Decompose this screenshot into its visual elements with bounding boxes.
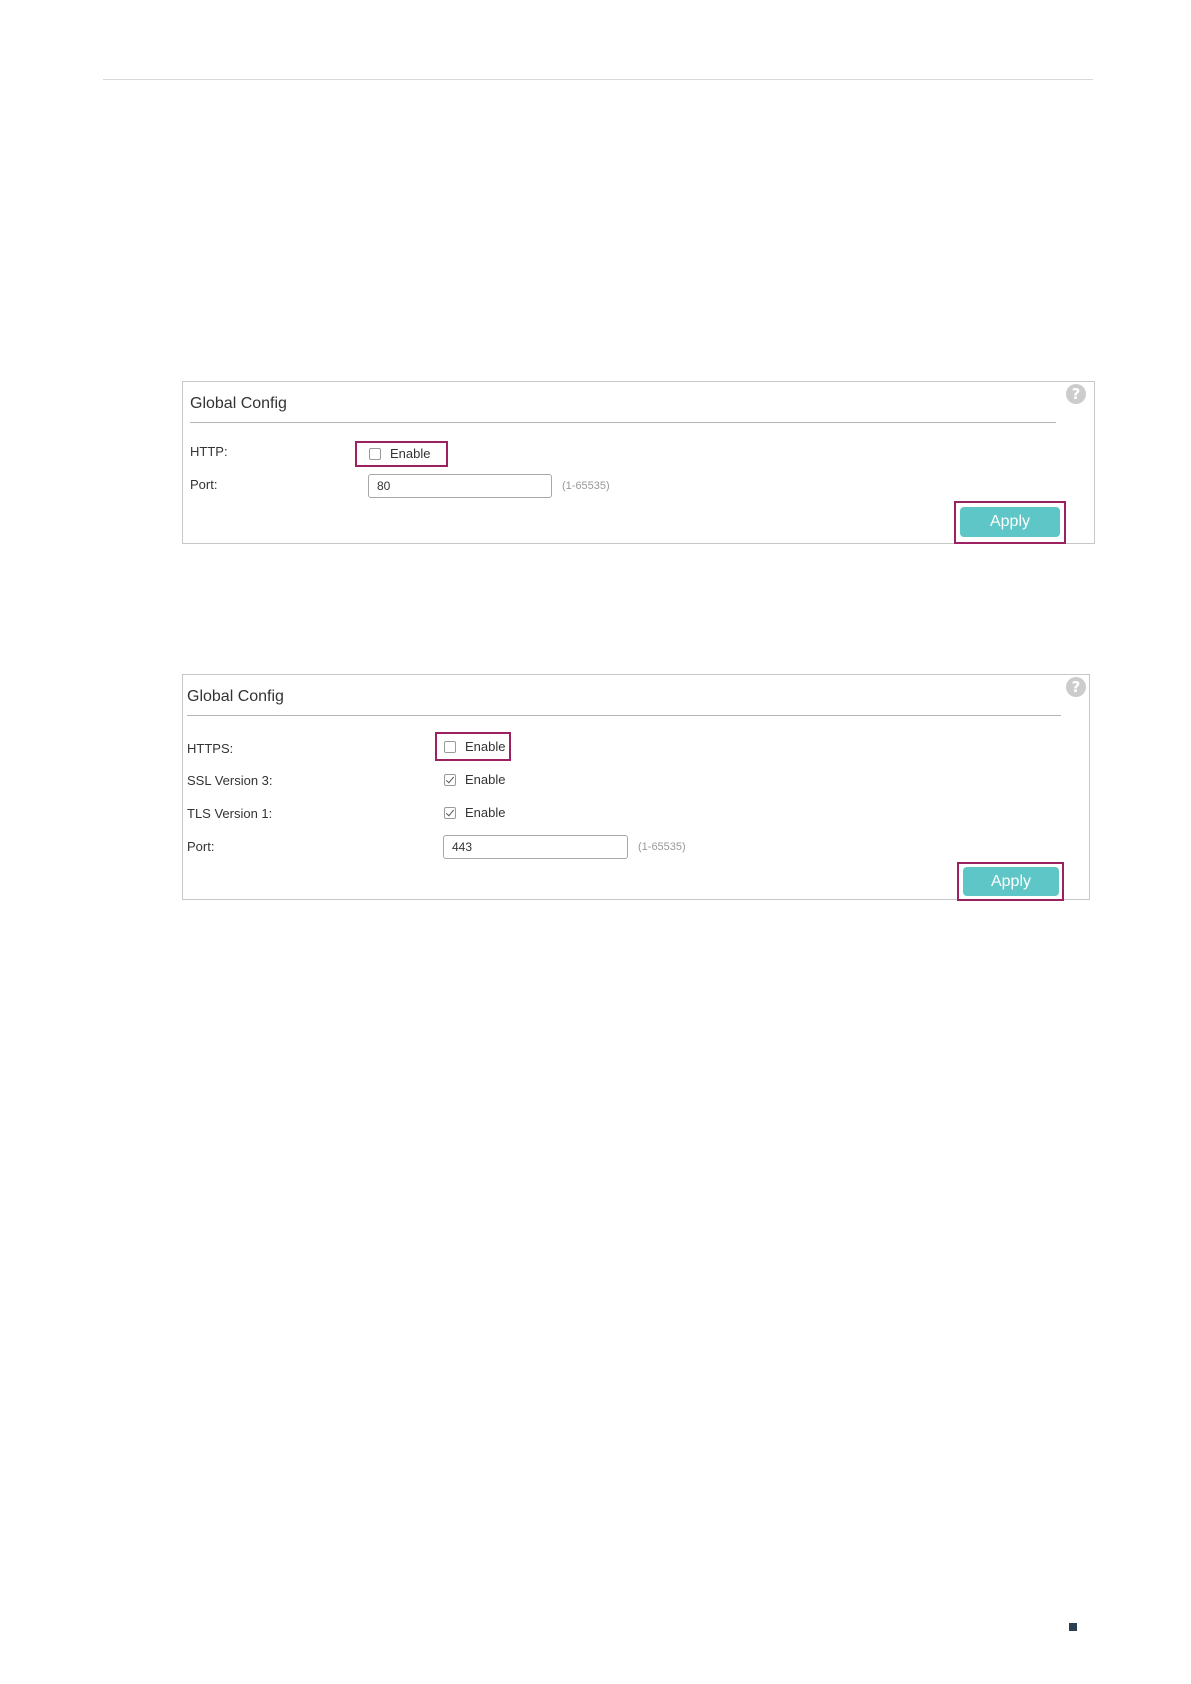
https-port-input[interactable] bbox=[443, 835, 628, 859]
https-enable-option[interactable]: Enable bbox=[444, 738, 505, 755]
tls-version-1-label: TLS Version 1: bbox=[187, 806, 273, 821]
https-global-config-panel: Global Config ? HTTPS: Enable SSL Versio… bbox=[182, 674, 1090, 901]
page-marker bbox=[1069, 1623, 1077, 1631]
ssl-version-3-label: SSL Version 3: bbox=[187, 773, 273, 788]
http-enable-label: Enable bbox=[390, 446, 431, 461]
port-range-hint: (1-65535) bbox=[638, 841, 686, 853]
port-label: Port: bbox=[190, 477, 218, 492]
tls-version-1-option[interactable]: Enable bbox=[444, 804, 505, 821]
help-icon[interactable]: ? bbox=[1066, 384, 1086, 404]
help-icon[interactable]: ? bbox=[1066, 677, 1086, 697]
tls-version-1-checkbox[interactable] bbox=[444, 806, 456, 819]
http-global-config-panel: Global Config ? HTTP: Enable Port: (1-65… bbox=[182, 381, 1095, 544]
panel-title: Global Config bbox=[190, 395, 287, 412]
ssl-version-3-option[interactable]: Enable bbox=[444, 771, 505, 788]
http-label: HTTP: bbox=[190, 444, 228, 459]
https-label: HTTPS: bbox=[187, 741, 234, 756]
http-enable-option[interactable]: Enable bbox=[369, 445, 430, 462]
ssl-version-3-enable-label: Enable bbox=[465, 772, 506, 787]
port-label: Port: bbox=[187, 839, 215, 854]
tls-version-1-enable-label: Enable bbox=[465, 805, 506, 820]
port-range-hint: (1-65535) bbox=[562, 480, 610, 492]
http-apply-button[interactable]: Apply bbox=[960, 507, 1060, 537]
panel-title-divider bbox=[190, 422, 1056, 423]
https-enable-label: Enable bbox=[465, 739, 506, 754]
panel-title: Global Config bbox=[187, 688, 284, 705]
ssl-version-3-checkbox[interactable] bbox=[444, 773, 456, 786]
https-enable-checkbox[interactable] bbox=[444, 740, 456, 753]
https-apply-button[interactable]: Apply bbox=[963, 867, 1059, 896]
http-enable-checkbox[interactable] bbox=[369, 447, 381, 460]
panel-title-divider bbox=[187, 715, 1061, 716]
http-port-input[interactable] bbox=[368, 474, 552, 498]
page-header-rule bbox=[103, 79, 1093, 80]
